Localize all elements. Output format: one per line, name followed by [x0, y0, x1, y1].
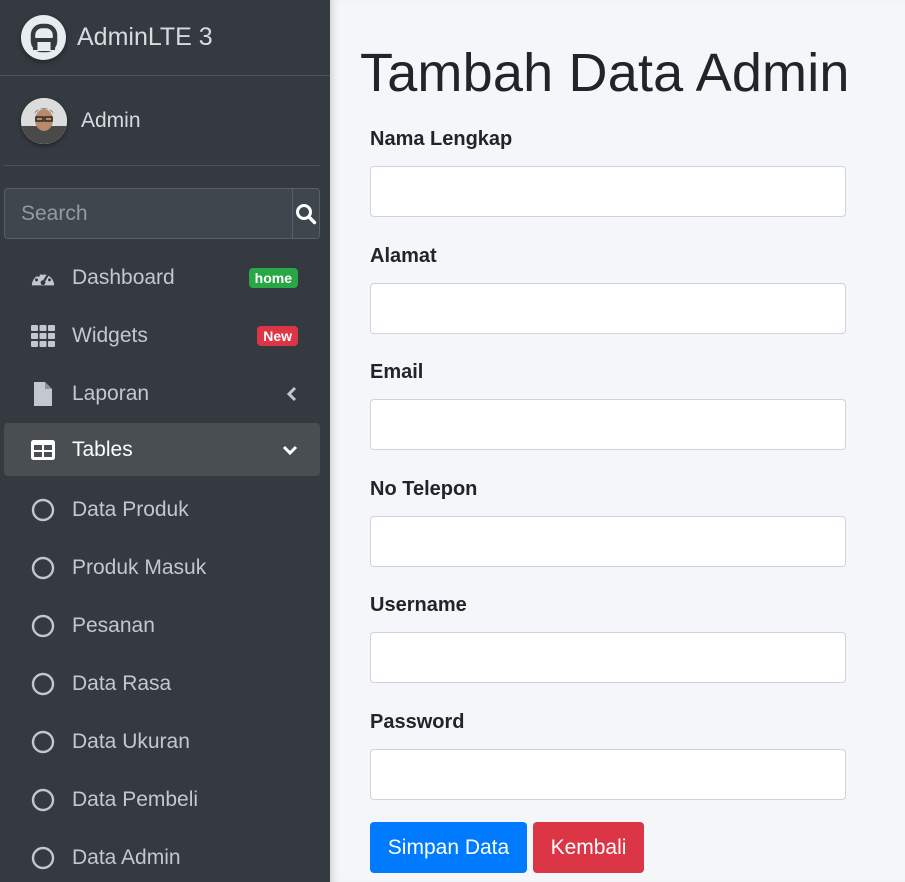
- sidebar-item-label: Data Ukuran: [72, 730, 190, 753]
- sidebar-item-laporan[interactable]: Laporan: [4, 365, 320, 423]
- search-button[interactable]: [292, 189, 319, 238]
- main-sidebar: AdminLTE 3 Admin Search Dashboard home W…: [0, 0, 330, 882]
- nama-lengkap-input[interactable]: [370, 166, 846, 217]
- sidebar-item-label: Data Admin: [72, 846, 181, 869]
- sidebar-item-data-admin[interactable]: Data Admin: [4, 829, 320, 882]
- tachometer-icon: [30, 265, 56, 291]
- sidebar-item-data-ukuran[interactable]: Data Ukuran: [4, 713, 320, 771]
- page-title: Tambah Data Admin: [360, 43, 850, 103]
- no-telepon-input[interactable]: [370, 516, 846, 567]
- th-grid-icon: [30, 323, 56, 349]
- sidebar-item-produk-masuk[interactable]: Produk Masuk: [4, 539, 320, 597]
- sidebar-nav: Dashboard home Widgets New Laporan Table…: [4, 249, 320, 882]
- badge-home: home: [248, 268, 298, 288]
- circle-icon: [30, 729, 56, 755]
- circle-icon: [30, 845, 56, 871]
- username-input[interactable]: [370, 632, 846, 683]
- sidebar-item-data-pembeli[interactable]: Data Pembeli: [4, 771, 320, 829]
- form-group-username: Username: [370, 594, 846, 683]
- kembali-button[interactable]: Kembali: [533, 822, 644, 873]
- file-icon: [30, 381, 56, 407]
- circle-icon: [30, 555, 56, 581]
- sidebar-item-label: Widgets: [72, 324, 148, 347]
- sidebar-item-dashboard[interactable]: Dashboard home: [4, 249, 320, 307]
- email-input[interactable]: [370, 399, 846, 450]
- form-group-nama-lengkap: Nama Lengkap: [370, 128, 846, 217]
- search-icon: [296, 203, 317, 224]
- sidebar-item-label: Pesanan: [72, 614, 155, 637]
- user-panel[interactable]: Admin: [4, 76, 320, 166]
- sidebar-item-label: Dashboard: [72, 266, 175, 289]
- search-input[interactable]: [5, 189, 292, 238]
- sidebar-search: [4, 188, 320, 239]
- user-name[interactable]: Admin: [81, 109, 141, 133]
- sidebar-item-label: Produk Masuk: [72, 556, 207, 579]
- field-label: Alamat: [370, 245, 437, 267]
- sidebar-item-data-rasa[interactable]: Data Rasa: [4, 655, 320, 713]
- circle-icon: [30, 497, 56, 523]
- circle-icon: [30, 671, 56, 697]
- alamat-input[interactable]: [370, 283, 846, 334]
- brand-text: AdminLTE 3: [77, 23, 213, 51]
- form-group-alamat: Alamat: [370, 245, 846, 334]
- sidebar-item-widgets[interactable]: Widgets New: [4, 307, 320, 365]
- form-group-email: Email: [370, 361, 846, 450]
- form-group-no-telepon: No Telepon: [370, 478, 846, 567]
- table-icon: [30, 437, 56, 463]
- sidebar-item-data-produk[interactable]: Data Produk: [4, 481, 320, 539]
- field-label: No Telepon: [370, 478, 478, 500]
- sidebar-item-label: Tables: [72, 437, 133, 461]
- badge-new: New: [257, 326, 298, 346]
- sidebar-item-label: Laporan: [72, 382, 150, 405]
- adminlte-logo-icon: [21, 15, 66, 60]
- sidebar-item-label: Data Pembeli: [72, 788, 199, 811]
- user-avatar: [21, 97, 67, 144]
- circle-icon: [30, 613, 56, 639]
- circle-icon: [30, 787, 56, 813]
- sidebar-item-label: Data Produk: [72, 498, 189, 521]
- field-label: Username: [370, 594, 467, 616]
- password-input[interactable]: [370, 749, 846, 800]
- field-label: Nama Lengkap: [370, 128, 513, 150]
- field-label: Email: [370, 361, 424, 383]
- brand-link[interactable]: AdminLTE 3: [0, 0, 330, 76]
- form-group-password: Password: [370, 711, 846, 800]
- chevron-left-icon: [286, 386, 298, 402]
- chevron-down-icon: [282, 444, 298, 456]
- simpan-data-button[interactable]: Simpan Data: [370, 822, 527, 873]
- field-label: Password: [370, 711, 465, 733]
- sidebar-item-pesanan[interactable]: Pesanan: [4, 597, 320, 655]
- sidebar-item-label: Data Rasa: [72, 672, 172, 695]
- sidebar-item-tables[interactable]: Tables: [4, 423, 320, 476]
- content-wrapper: Tambah Data Admin Nama Lengkap Alamat Em…: [330, 0, 905, 882]
